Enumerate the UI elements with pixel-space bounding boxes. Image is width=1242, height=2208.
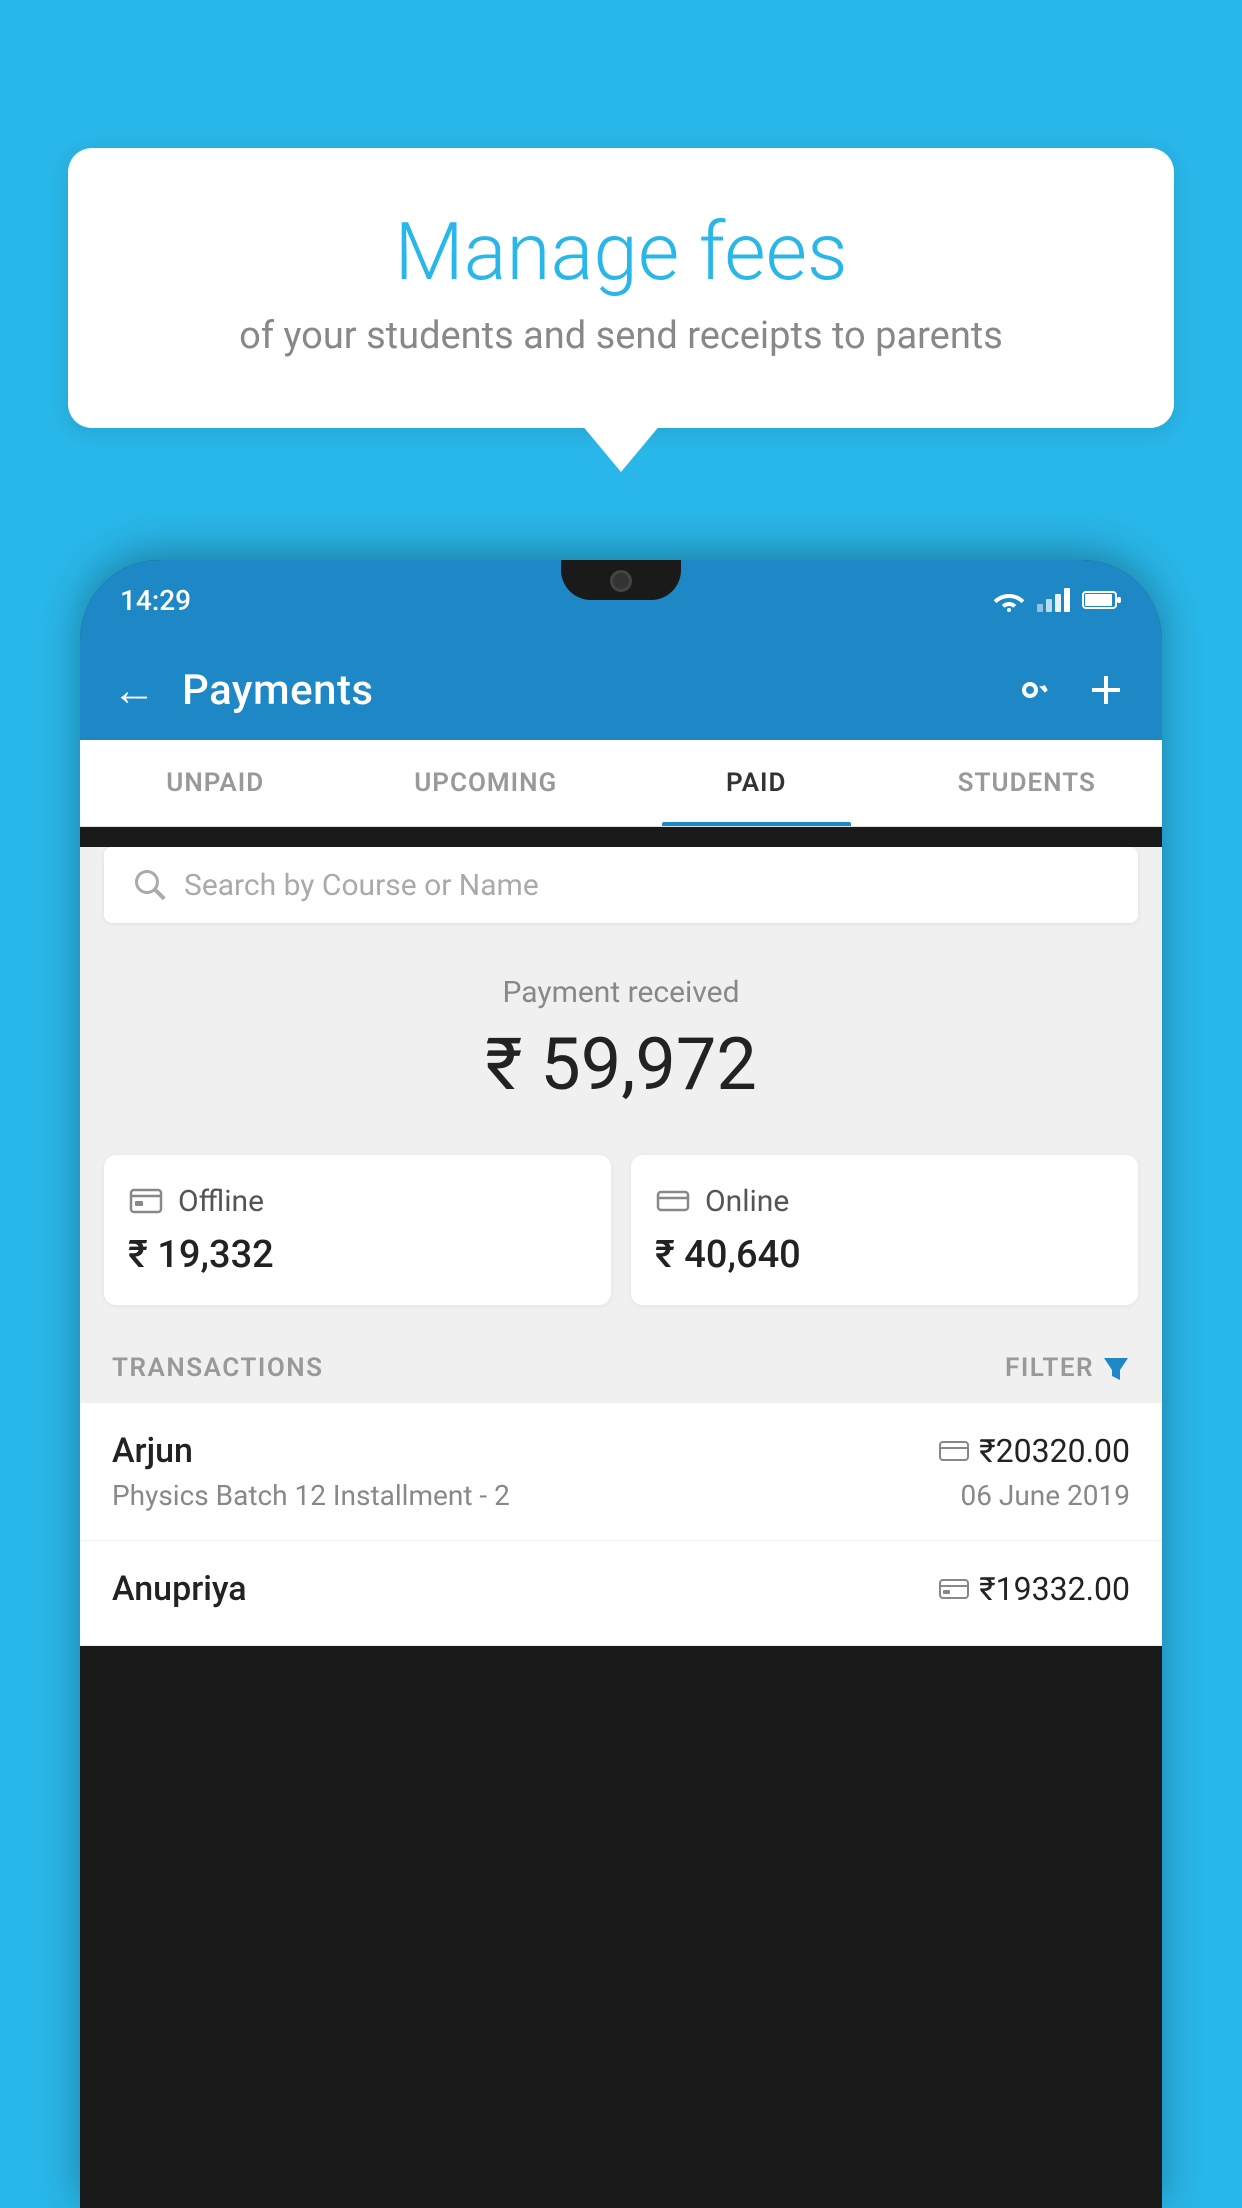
tab-unpaid[interactable]: UNPAID — [80, 740, 351, 826]
bubble-title: Manage fees — [108, 208, 1134, 296]
online-amount: ₹ 40,640 — [655, 1233, 1114, 1277]
online-payment-type-icon — [939, 1439, 969, 1463]
transaction-top-arjun: Arjun ₹20320.00 — [112, 1431, 1130, 1471]
search-placeholder: Search by Course or Name — [184, 868, 539, 903]
transaction-amount-row-2: ₹19332.00 — [939, 1570, 1130, 1608]
table-row[interactable]: Anupriya ₹19332.00 — [80, 1541, 1162, 1646]
back-button[interactable]: ← — [112, 664, 162, 716]
wifi-icon — [993, 588, 1025, 612]
online-card: Online ₹ 40,640 — [631, 1155, 1138, 1305]
offline-payment-icon — [128, 1183, 164, 1219]
status-time: 14:29 — [120, 584, 191, 617]
payment-total-amount: ₹ 59,972 — [104, 1022, 1138, 1107]
offline-card-header: Offline — [128, 1183, 587, 1219]
add-icon[interactable] — [1082, 666, 1130, 714]
transaction-amount-row: ₹20320.00 — [939, 1432, 1130, 1470]
tab-students[interactable]: STUDENTS — [892, 740, 1163, 826]
transaction-date: 06 June 2019 — [960, 1479, 1130, 1512]
payment-received-section: Payment received ₹ 59,972 — [80, 943, 1162, 1155]
offline-amount: ₹ 19,332 — [128, 1233, 587, 1277]
phone-camera — [610, 570, 632, 592]
online-card-header: Online — [655, 1183, 1114, 1219]
app-bar-title: Payments — [182, 666, 986, 715]
status-icons — [993, 588, 1122, 612]
transactions-label: TRANSACTIONS — [112, 1353, 324, 1383]
transaction-name: Arjun — [112, 1431, 193, 1471]
transaction-top-anupriya: Anupriya ₹19332.00 — [112, 1569, 1130, 1609]
transaction-amount-2: ₹19332.00 — [979, 1570, 1130, 1608]
content-area: Search by Course or Name Payment receive… — [80, 847, 1162, 1646]
status-bar: 14:29 — [80, 560, 1162, 640]
search-icon — [132, 867, 168, 903]
battery-icon — [1082, 589, 1122, 611]
transaction-course: Physics Batch 12 Installment - 2 — [112, 1479, 510, 1512]
payment-cards-row: Offline ₹ 19,332 Online ₹ 40,640 — [80, 1155, 1162, 1333]
online-label: Online — [705, 1184, 789, 1219]
search-bar[interactable]: Search by Course or Name — [104, 847, 1138, 923]
online-payment-icon — [655, 1183, 691, 1219]
filter-icon — [1102, 1354, 1130, 1382]
signal-icon — [1037, 588, 1070, 612]
transaction-name: Anupriya — [112, 1569, 247, 1609]
transaction-amount: ₹20320.00 — [979, 1432, 1130, 1470]
filter-label: FILTER — [1005, 1353, 1094, 1383]
filter-button[interactable]: FILTER — [1005, 1353, 1130, 1383]
speech-bubble: Manage fees of your students and send re… — [68, 148, 1174, 428]
offline-payment-type-icon — [939, 1577, 969, 1601]
tab-paid[interactable]: PAID — [621, 740, 892, 826]
phone-notch — [561, 560, 681, 600]
payment-received-label: Payment received — [104, 975, 1138, 1010]
settings-icon[interactable] — [1006, 666, 1054, 714]
offline-card: Offline ₹ 19,332 — [104, 1155, 611, 1305]
transactions-header: TRANSACTIONS FILTER — [80, 1333, 1162, 1403]
transaction-bottom-arjun: Physics Batch 12 Installment - 2 06 June… — [112, 1479, 1130, 1512]
tab-upcoming[interactable]: UPCOMING — [351, 740, 622, 826]
tabs-bar: UNPAID UPCOMING PAID STUDENTS — [80, 740, 1162, 827]
app-bar: ← Payments — [80, 640, 1162, 740]
table-row[interactable]: Arjun ₹20320.00 Physics Batch 12 Install… — [80, 1403, 1162, 1541]
offline-label: Offline — [178, 1184, 264, 1219]
app-bar-actions — [1006, 666, 1130, 714]
bubble-subtitle: of your students and send receipts to pa… — [108, 314, 1134, 358]
phone-device: 14:29 ← Payments — [80, 560, 1162, 2208]
